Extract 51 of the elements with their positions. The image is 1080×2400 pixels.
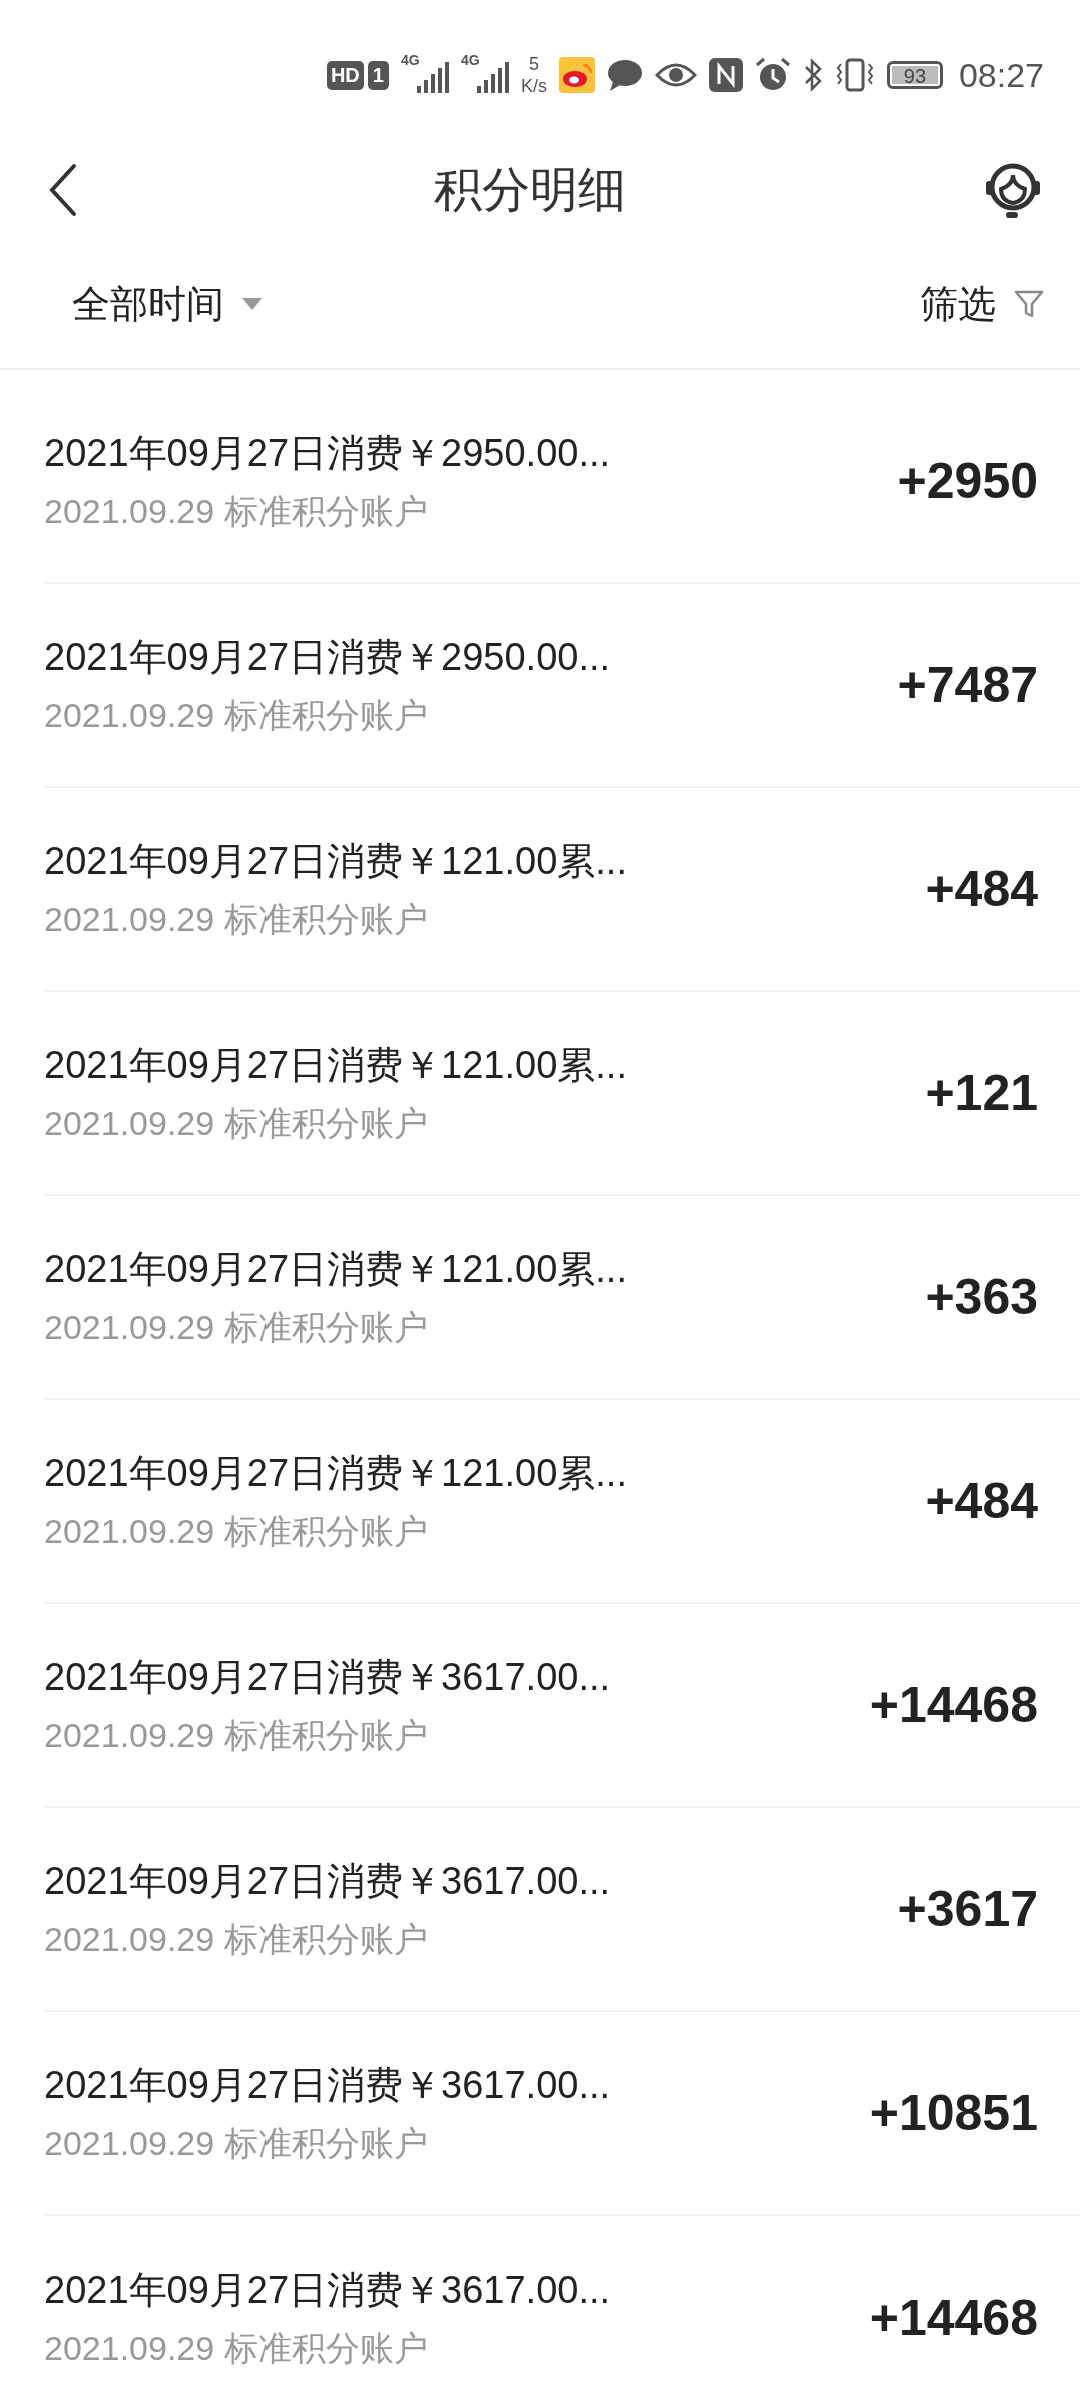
record-title: 2021年09月27日消费￥2950.00... [44, 430, 611, 476]
back-icon[interactable] [48, 163, 78, 217]
speed-value: 5 [528, 53, 539, 75]
time-range-dropdown[interactable]: 全部时间 [72, 270, 262, 338]
record-title: 2021年09月27日消费￥121.00累... [44, 1246, 627, 1292]
record-subtitle: 2021.09.29 标准积分账户 [44, 898, 429, 940]
points-amount: +14468 [869, 1676, 1038, 1734]
record-subtitle: 2021.09.29 标准积分账户 [44, 1714, 429, 1756]
record-title: 2021年09月27日消费￥121.00累... [44, 1450, 627, 1496]
record-title: 2021年09月27日消费￥3617.00... [44, 1654, 611, 1700]
points-amount: +121 [925, 1064, 1038, 1122]
filter-button[interactable]: 筛选 [920, 270, 1044, 338]
caret-icon [242, 298, 262, 310]
weibo-app-icon [558, 57, 595, 93]
hd-badge: HD [326, 60, 364, 90]
record-subtitle: 2021.09.29 标准积分账户 [44, 1306, 429, 1348]
record-title: 2021年09月27日消费￥3617.00... [44, 2062, 611, 2108]
filter-icon [1014, 289, 1044, 319]
points-amount: +363 [925, 1268, 1038, 1326]
status-time: 08:27 [958, 55, 1044, 95]
speed-unit: K/s [520, 75, 547, 97]
points-amount: +7487 [897, 656, 1038, 714]
points-amount: +14468 [869, 2289, 1038, 2347]
record-subtitle: 2021.09.29 标准积分账户 [44, 490, 429, 532]
points-amount: +10851 [869, 2084, 1038, 2142]
record-subtitle: 2021.09.29 标准积分账户 [44, 1102, 429, 1144]
record-title: 2021年09月27日消费￥3617.00... [44, 2267, 611, 2313]
points-amount: +484 [925, 1472, 1038, 1530]
chat-bubble-icon [606, 58, 643, 92]
nfc-icon [708, 58, 743, 92]
points-amount: +484 [925, 860, 1038, 918]
record-title: 2021年09月27日消费￥2950.00... [44, 634, 611, 680]
alarm-icon [754, 57, 791, 93]
vibrate-icon [834, 58, 875, 92]
points-amount: +3617 [897, 1880, 1038, 1938]
page-title: 积分明细 [434, 162, 626, 218]
eye-icon [654, 61, 697, 89]
record-subtitle: 2021.09.29 标准积分账户 [44, 694, 429, 736]
record-title: 2021年09月27日消费￥3617.00... [44, 1858, 611, 1904]
points-amount: +2950 [897, 452, 1038, 510]
record-title: 2021年09月27日消费￥121.00累... [44, 1042, 627, 1088]
bluetooth-icon [802, 58, 823, 92]
battery-level: 93 [891, 66, 938, 84]
record-subtitle: 2021.09.29 标准积分账户 [44, 2327, 429, 2369]
record-subtitle: 2021.09.29 标准积分账户 [44, 2122, 429, 2164]
record-subtitle: 2021.09.29 标准积分账户 [44, 1510, 429, 1552]
record-subtitle: 2021.09.29 标准积分账户 [44, 1918, 429, 1960]
sim-badge: 1 [367, 60, 389, 90]
record-title: 2021年09月27日消费￥121.00累... [44, 838, 627, 884]
network-label: 4G [460, 52, 480, 68]
network-label: 4G [400, 52, 420, 68]
